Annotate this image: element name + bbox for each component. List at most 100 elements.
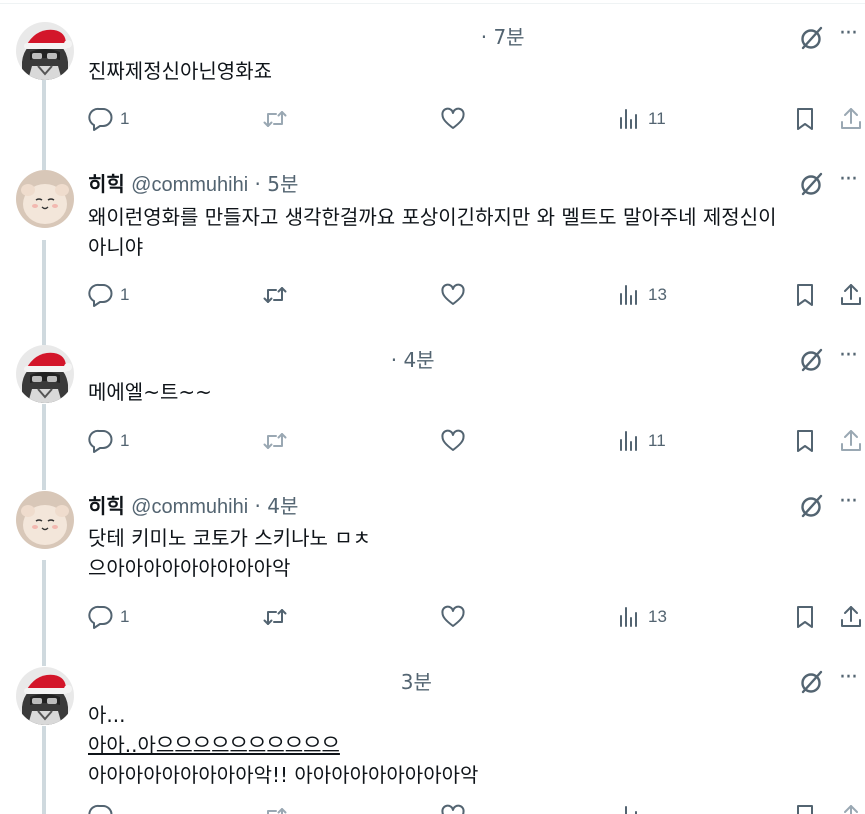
share-button[interactable] (838, 802, 864, 814)
grok-icon[interactable] (799, 25, 825, 51)
plush-avatar-icon (16, 170, 74, 228)
separator-dot: · (390, 348, 398, 372)
tweet-time[interactable]: 4분 (267, 494, 298, 518)
views-button[interactable]: 11 (616, 427, 666, 455)
views-count: 13 (648, 285, 667, 304)
share-button[interactable] (838, 105, 864, 133)
retweet-button[interactable] (262, 105, 288, 133)
hidden-author (334, 34, 474, 44)
more-icon[interactable]: ··· (835, 169, 861, 197)
santa-hat-avatar-icon (16, 667, 74, 725)
share-button[interactable] (838, 281, 864, 309)
santa-hat-avatar-icon (16, 22, 74, 80)
reply-button[interactable]: 1 (88, 603, 129, 631)
heart-icon (441, 804, 465, 814)
tweet-actions (88, 802, 865, 814)
retweet-button[interactable] (262, 603, 288, 631)
share-icon (841, 108, 861, 129)
separator-dot: · (254, 494, 261, 518)
separator-dot: · (254, 172, 261, 196)
heart-icon (441, 605, 465, 627)
tweet-text-line: 아니야 (88, 235, 144, 259)
tweet-text-line: 닷테 키미노 코토가 스키나노 ㅁㅊ (88, 526, 372, 550)
avatar[interactable] (16, 345, 74, 403)
retweet-button[interactable] (262, 281, 288, 309)
tweet-text-line: 왜이런영화를 만들자고 생각한걸까요 포상이긴하지만 와 멜트도 말아주네 제정… (88, 205, 777, 229)
retweet-icon (263, 287, 287, 303)
tweet-text: 메에엘~트~~ (88, 377, 845, 407)
more-icon[interactable]: ··· (835, 345, 861, 373)
like-button[interactable] (440, 603, 466, 631)
hidden-author (334, 679, 394, 689)
display-name[interactable]: 히힉 (88, 494, 125, 518)
like-button[interactable] (440, 105, 466, 133)
more-icon[interactable]: ··· (835, 667, 861, 695)
tweet-text-line: 으아아아아아아아아아악 (88, 556, 291, 580)
bookmark-icon (797, 606, 813, 628)
bookmark-button[interactable] (792, 427, 818, 455)
tweet-text-line: 아아..아으으으으으으으으으으 (88, 733, 340, 757)
reply-count: 1 (120, 109, 130, 128)
views-count: 13 (648, 607, 667, 626)
like-button[interactable] (440, 427, 466, 455)
tweet-header: · 4분 (88, 347, 435, 373)
tweet-time[interactable]: 7분 (493, 25, 524, 49)
reply-button[interactable]: 1 (88, 281, 129, 309)
bookmark-icon (797, 108, 813, 130)
bookmark-button[interactable] (792, 105, 818, 133)
bookmark-icon (797, 805, 813, 814)
grok-icon[interactable] (799, 493, 825, 519)
share-button[interactable] (838, 427, 864, 455)
avatar[interactable] (16, 667, 74, 725)
views-chart-icon (620, 431, 637, 451)
tweet-actions: 1 11 (88, 427, 865, 455)
reply-button[interactable]: 1 (88, 427, 129, 455)
avatar[interactable] (16, 22, 74, 80)
views-count: 11 (648, 109, 666, 128)
tweet-header: · 7분 (88, 24, 525, 50)
views-chart-icon (620, 607, 637, 627)
retweet-button[interactable] (262, 427, 288, 455)
grok-icon[interactable] (799, 171, 825, 197)
reply-button[interactable]: 1 (88, 105, 129, 133)
bookmark-button[interactable] (792, 281, 818, 309)
tweet-actions: 1 11 (88, 105, 865, 133)
hidden-author (88, 679, 328, 689)
tweet-text-line: 아... (88, 703, 126, 727)
grok-icon[interactable] (799, 347, 825, 373)
tweet-header: 3분 (88, 669, 432, 695)
reply-count: 1 (120, 285, 130, 304)
hidden-author (88, 34, 328, 44)
display-name[interactable]: 히힉 (88, 172, 125, 196)
handle[interactable]: @commuhihi (131, 496, 248, 518)
retweet-button[interactable] (262, 802, 288, 814)
avatar[interactable] (16, 491, 74, 549)
more-icon[interactable]: ··· (835, 23, 861, 51)
views-button[interactable]: 13 (616, 603, 667, 631)
tweet-time[interactable]: 5분 (267, 172, 298, 196)
reply-button[interactable] (88, 802, 114, 814)
views-button[interactable]: 11 (616, 105, 666, 133)
reply-count: 1 (120, 607, 130, 626)
more-icon[interactable]: ··· (835, 491, 861, 519)
heart-icon (441, 107, 465, 129)
like-button[interactable] (440, 281, 466, 309)
views-button[interactable]: 13 (616, 281, 667, 309)
grok-icon[interactable] (799, 669, 825, 695)
bookmark-icon (797, 430, 813, 452)
santa-hat-avatar-icon (16, 345, 74, 403)
tweet-time[interactable]: 4분 (403, 348, 434, 372)
bookmark-button[interactable] (792, 603, 818, 631)
views-chart-icon (625, 806, 637, 814)
handle[interactable]: @commuhihi (131, 174, 248, 196)
tweet-time[interactable]: 3분 (401, 670, 432, 694)
avatar[interactable] (16, 170, 74, 228)
like-button[interactable] (440, 802, 466, 814)
bookmark-button[interactable] (792, 802, 818, 814)
share-icon (841, 606, 861, 627)
views-count: 11 (648, 431, 666, 450)
share-button[interactable] (838, 603, 864, 631)
tweet-text: 왜이런영화를 만들자고 생각한걸까요 포상이긴하지만 와 멜트도 말아주네 제정… (88, 202, 845, 262)
views-button[interactable] (616, 802, 642, 814)
reply-count: 1 (120, 431, 130, 450)
